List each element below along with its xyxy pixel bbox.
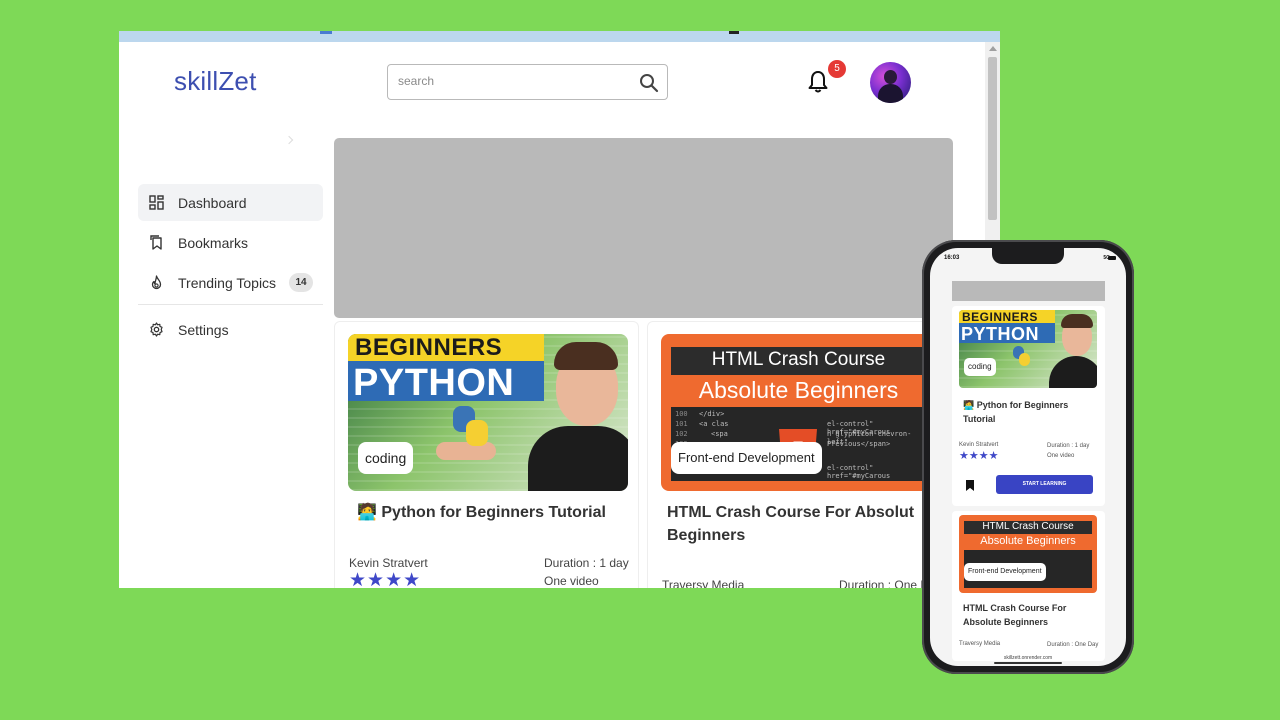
thumbnail-banner: Absolute Beginners: [671, 375, 926, 407]
thumbnail-banner: PYTHON: [348, 361, 544, 404]
thumbnail-banner: HTML Crash Course: [964, 521, 1092, 534]
divider-mark: [284, 135, 294, 145]
desktop-window: skillZet 5 Dashboard: [119, 31, 1000, 588]
status-time: 16:03: [944, 255, 960, 261]
scroll-up-icon[interactable]: [989, 46, 997, 51]
course-duration: Duration : 1 day: [544, 556, 629, 570]
course-duration: Duration : 1 day: [1047, 443, 1090, 449]
sidebar-divider: [138, 304, 323, 305]
phone-notch: [992, 248, 1064, 264]
course-title[interactable]: 🧑‍💻 Python for Beginners Tutorial: [963, 398, 1093, 426]
rating-stars: ★★★★: [959, 450, 999, 462]
thumbnail-banner: PYTHON: [959, 323, 1055, 344]
sidebar-nav: Dashboard Bookmarks Trending Topics 14 S…: [138, 184, 323, 351]
course-video-count: One video: [544, 574, 599, 588]
bookmark-icon[interactable]: [966, 480, 974, 491]
course-duration: Duration : One D: [839, 578, 930, 588]
search-icon[interactable]: [639, 73, 659, 93]
browser-url[interactable]: skillzett.onrender.com: [930, 655, 1126, 661]
user-avatar[interactable]: [870, 62, 911, 103]
notification-bell-icon[interactable]: [806, 69, 830, 95]
battery-icon: [1108, 256, 1116, 260]
app-logo[interactable]: skillZet: [174, 66, 257, 97]
course-thumbnail[interactable]: HTML Crash Course Absolute Beginners 100…: [661, 334, 941, 491]
notification-count-badge: 5: [828, 60, 846, 78]
course-duration: Duration : One Day: [1047, 642, 1099, 648]
thumbnail-banner: Absolute Beginners: [964, 534, 1092, 550]
fire-icon: [151, 275, 162, 290]
sidebar-item-label: Trending Topics: [178, 274, 277, 291]
course-author: Traversy Media: [959, 641, 1001, 647]
scrollbar-thumb[interactable]: [988, 57, 997, 220]
course-author: Traversy Media: [662, 578, 745, 588]
hero-banner-placeholder: [334, 138, 953, 318]
phone-content: BEGINNERS PYTHON coding 🧑‍💻 Python for B…: [952, 270, 1105, 661]
category-tag[interactable]: coding: [358, 442, 414, 474]
sidebar-item-label: Bookmarks: [178, 234, 249, 251]
course-title[interactable]: HTML Crash Course For Absolute Beginners: [963, 601, 1093, 629]
sidebar-item-label: Settings: [178, 321, 229, 338]
course-title[interactable]: 🧑‍💻 Python for Beginners Tutorial: [357, 501, 606, 524]
sidebar-item-dashboard[interactable]: Dashboard: [138, 184, 323, 221]
course-thumbnail[interactable]: HTML Crash Course Absolute Beginners Fro…: [959, 515, 1097, 593]
phone-screen: 16:03 5G BEGINNERS PYTHON coding: [930, 248, 1126, 666]
course-thumbnail[interactable]: BEGINNERS PYTHON coding: [959, 310, 1097, 388]
course-author: Kevin Stratvert: [349, 556, 428, 570]
start-learning-button[interactable]: START LEARNING: [996, 475, 1093, 494]
home-indicator: [994, 662, 1062, 664]
category-tag[interactable]: Front-end Development: [964, 563, 1046, 581]
course-card[interactable]: BEGINNERS PYTHON coding 🧑‍💻 Python for B…: [952, 306, 1105, 506]
sidebar-item-label: Dashboard: [178, 194, 247, 211]
course-video-count: One video: [1047, 453, 1075, 459]
course-card[interactable]: HTML Crash Course Absolute Beginners Fro…: [952, 511, 1105, 661]
bookmarks-icon: [150, 235, 162, 250]
sidebar-item-settings[interactable]: Settings: [138, 311, 323, 348]
search-box[interactable]: [387, 64, 668, 100]
thumbnail-banner: HTML Crash Course: [671, 347, 926, 375]
dashboard-icon: [149, 195, 164, 210]
course-title[interactable]: HTML Crash Course For Absolut Beginners: [667, 501, 957, 547]
category-tag[interactable]: coding: [964, 358, 996, 376]
browser-top-strip: [119, 31, 1000, 42]
trending-count-badge: 14: [289, 273, 313, 292]
search-input[interactable]: [398, 74, 618, 88]
thumbnail-banner: BEGINNERS: [959, 310, 1055, 324]
thumbnail-banner: BEGINNERS: [348, 334, 544, 361]
category-tag[interactable]: Front-end Development: [671, 442, 822, 474]
sidebar-item-trending-topics[interactable]: Trending Topics 14: [138, 264, 323, 301]
course-thumbnail[interactable]: BEGINNERS PYTHON coding: [348, 334, 628, 491]
gear-icon: [150, 322, 163, 337]
course-author: Kevin Stratvert: [959, 442, 999, 448]
hero-banner-placeholder: [952, 281, 1105, 301]
phone-mockup: 16:03 5G BEGINNERS PYTHON coding: [922, 240, 1134, 674]
sidebar-item-bookmarks[interactable]: Bookmarks: [138, 224, 323, 261]
course-card[interactable]: HTML Crash Course Absolute Beginners 100…: [647, 321, 947, 588]
rating-stars: ★★★★: [349, 570, 422, 588]
course-card[interactable]: BEGINNERS PYTHON coding 🧑‍💻 Python for B…: [334, 321, 639, 588]
